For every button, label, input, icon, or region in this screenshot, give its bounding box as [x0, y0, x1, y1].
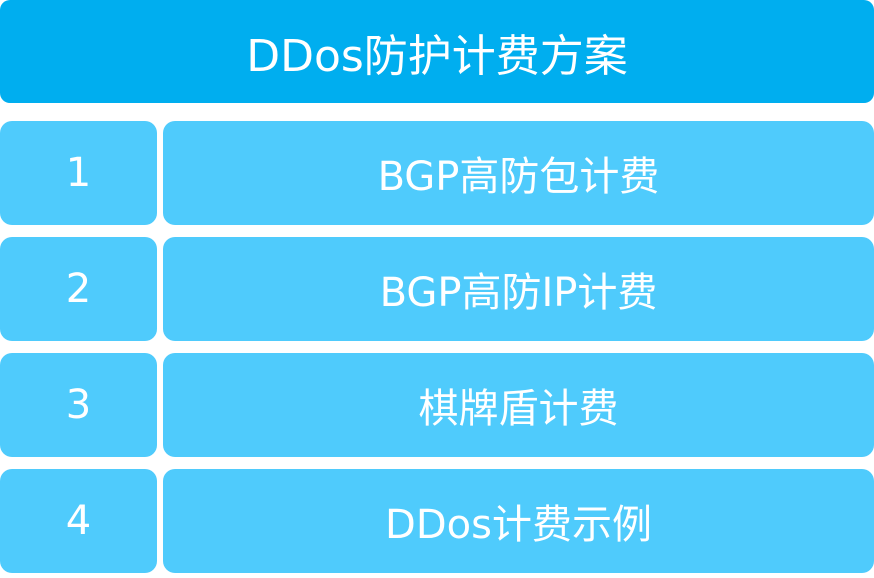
row-number: 4 [65, 498, 92, 544]
plan-item-ddos-example[interactable]: DDos计费示例 [163, 469, 874, 573]
plan-item-label: BGP高防IP计费 [379, 270, 658, 316]
row-number-cell: 3 [0, 353, 157, 457]
plan-item-label: 棋牌盾计费 [418, 386, 619, 432]
plan-item-label: DDos计费示例 [385, 502, 652, 548]
title-banner: DDos防护计费方案 [0, 0, 874, 103]
row-number-cell: 2 [0, 237, 157, 341]
plan-row: 4 DDos计费示例 [0, 469, 874, 573]
plan-item-chess-shield[interactable]: 棋牌盾计费 [163, 353, 874, 457]
plan-item-bgp-package[interactable]: BGP高防包计费 [163, 121, 874, 225]
row-number-cell: 1 [0, 121, 157, 225]
plan-item-bgp-ip[interactable]: BGP高防IP计费 [163, 237, 874, 341]
row-number: 2 [65, 266, 92, 312]
plan-row: 1 BGP高防包计费 [0, 121, 874, 225]
plan-item-label: BGP高防包计费 [377, 154, 660, 200]
page-title: DDos防护计费方案 [246, 30, 628, 82]
row-number-cell: 4 [0, 469, 157, 573]
row-number: 1 [65, 150, 92, 196]
plan-row: 3 棋牌盾计费 [0, 353, 874, 457]
row-number: 3 [65, 382, 92, 428]
plan-row: 2 BGP高防IP计费 [0, 237, 874, 341]
